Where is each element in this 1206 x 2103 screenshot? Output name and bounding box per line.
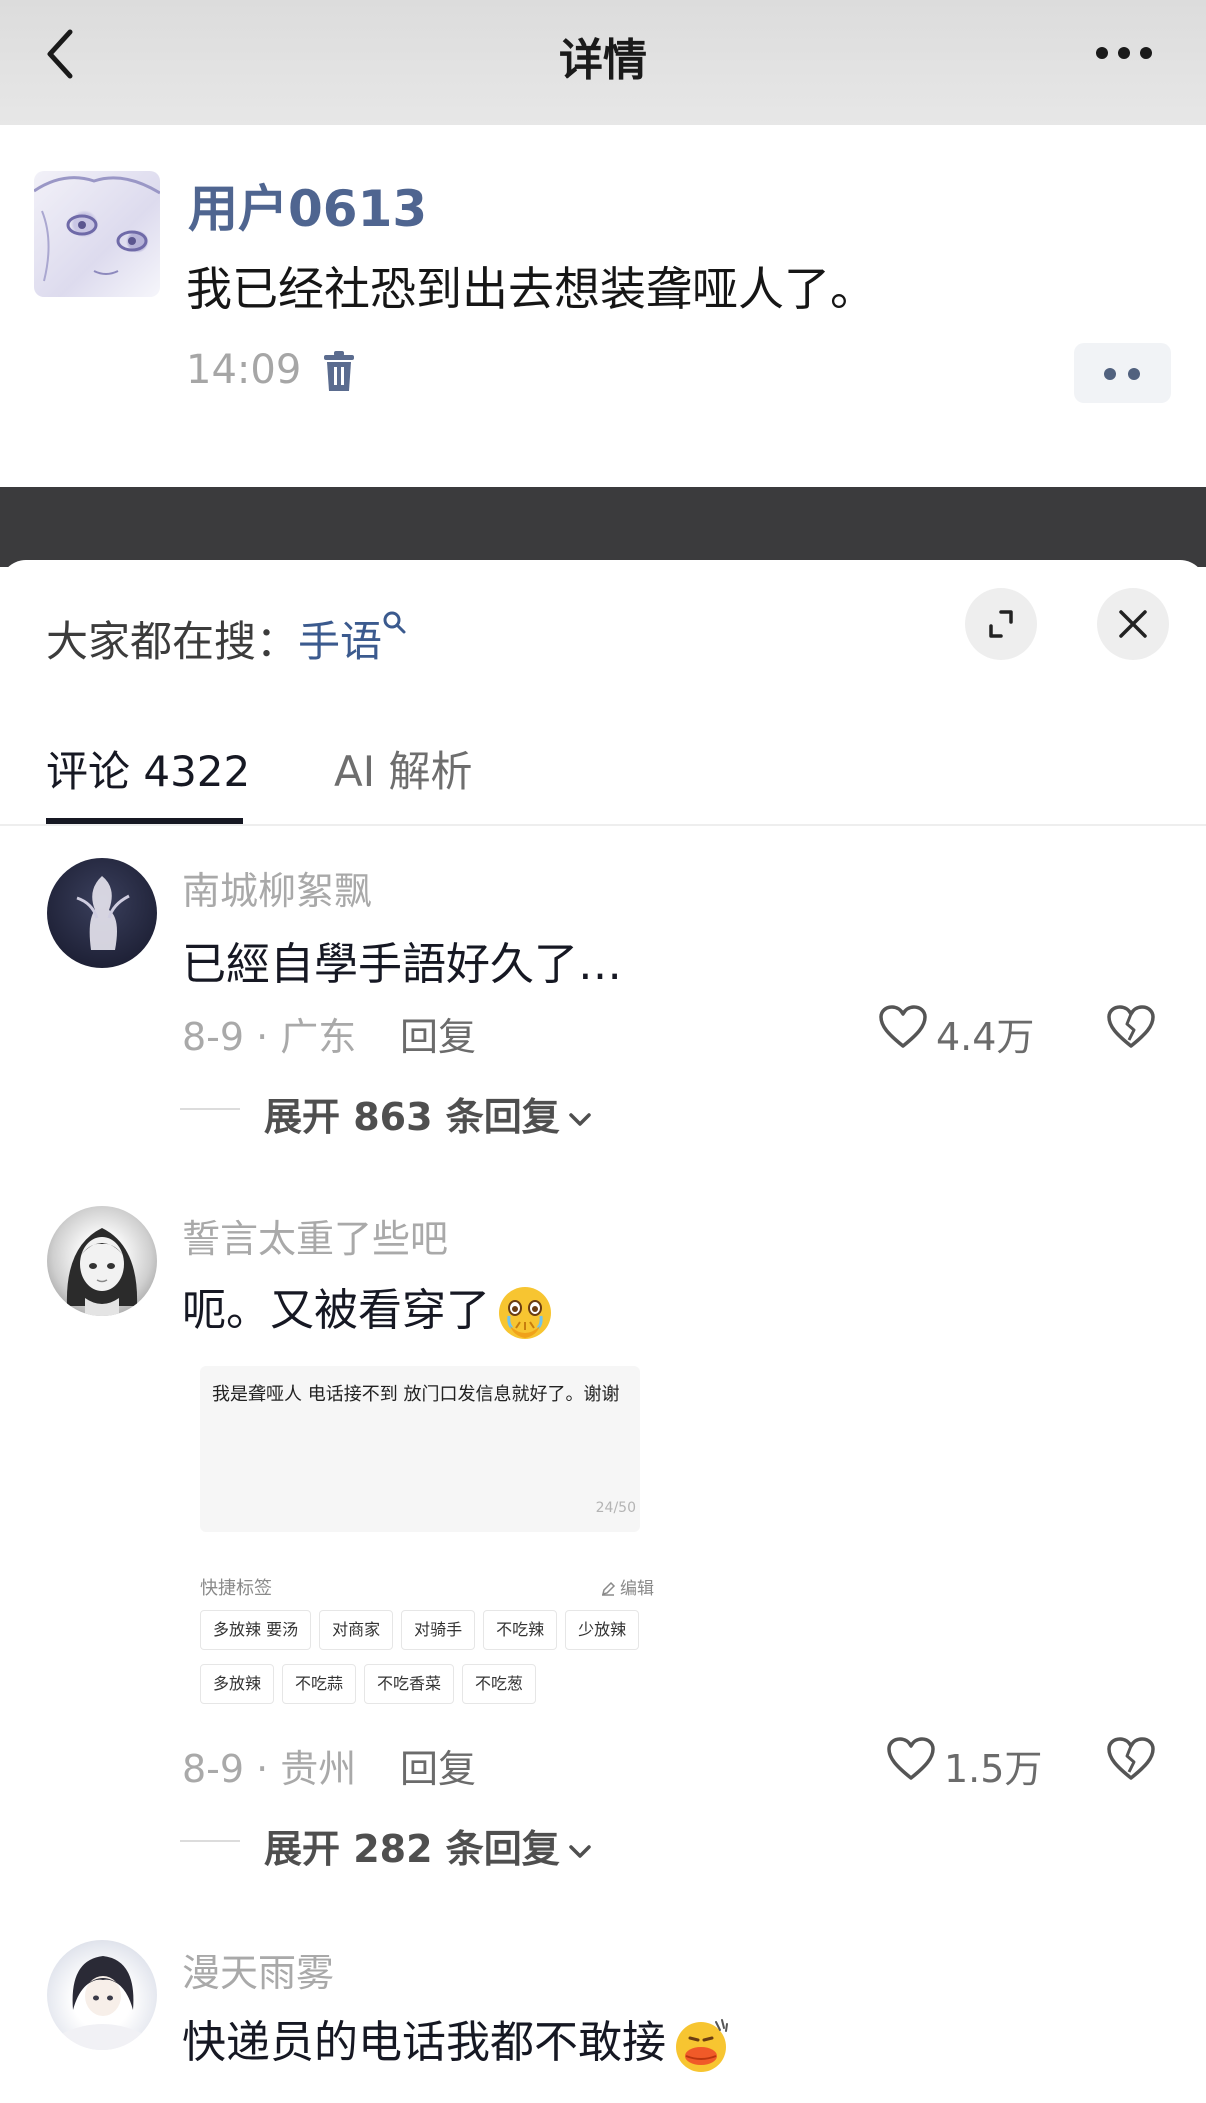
comment-author[interactable]: 誓言太重了些吧: [182, 1208, 448, 1263]
post-username[interactable]: 用户0613: [188, 169, 427, 241]
comment-avatar[interactable]: [47, 858, 157, 968]
reply-button[interactable]: 回复: [400, 1738, 476, 1793]
like-count: 1.5万: [944, 1747, 1043, 1791]
comment-text: 快递员的电话我都不敢接: [182, 2006, 730, 2074]
trash-icon[interactable]: [322, 351, 356, 393]
image-tag: 少放辣: [565, 1610, 640, 1650]
crying-face-with-hands-over-mouth-icon: [499, 1287, 551, 1339]
expand-replies-button[interactable]: 展开 282 条回复: [264, 1818, 592, 1873]
comment-text-content: 呃。又被看穿了: [182, 1285, 490, 1336]
image-note-text: 我是聋哑人 电话接不到 放门口发信息就好了。谢谢: [212, 1384, 620, 1405]
comment-text: 呃。又被看穿了: [182, 1274, 554, 1342]
comment-date-location: 8-9 · 广东: [182, 1015, 357, 1059]
reply-button[interactable]: 回复: [400, 1006, 476, 1061]
comment-author[interactable]: 南城柳絮飘: [182, 860, 372, 915]
tab-comments[interactable]: 评论 4322: [46, 738, 250, 799]
hot-search-prefix: 大家都在搜：: [46, 617, 299, 666]
expand-divider-line: [180, 1108, 240, 1110]
expand-sheet-button[interactable]: [965, 588, 1037, 660]
image-char-counter: 24/50: [595, 1500, 636, 1516]
image-tag: 对骑手: [401, 1610, 476, 1650]
expand-replies-button[interactable]: 展开 863 条回复: [264, 1086, 592, 1141]
image-quick-tags-label: 快捷标签: [200, 1578, 272, 1599]
comment-image[interactable]: 我是聋哑人 电话接不到 放门口发信息就好了。谢谢 24/50 快捷标签 编辑 多…: [182, 1352, 672, 1718]
image-tag: 不吃辣: [483, 1610, 558, 1650]
image-tag: 对商家: [319, 1610, 394, 1650]
more-options-icon[interactable]: [1094, 44, 1154, 60]
post-text: 我已经社恐到出去想装聋哑人了。: [186, 262, 876, 316]
chevron-down-icon: [569, 1844, 591, 1858]
image-tag: 不吃蒜: [282, 1664, 357, 1704]
pencil-icon: [601, 1581, 616, 1596]
comment-text: 已經自學手語好久了…: [182, 939, 622, 990]
heart-icon[interactable]: [878, 1004, 928, 1050]
close-sheet-button[interactable]: [1097, 588, 1169, 660]
post-timestamp: 14:09: [186, 347, 302, 393]
expand-replies-label: 展开 282 条回复: [264, 1827, 560, 1871]
expand-replies-label: 展开 863 条回复: [264, 1095, 560, 1139]
comment-text-content: 快递员的电话我都不敢接: [182, 2017, 666, 2068]
page-title: 详情: [559, 35, 647, 86]
chevron-down-icon: [569, 1112, 591, 1126]
image-tag-list: 多放辣 要汤 对商家 对骑手 不吃辣 少放辣多放辣 不吃蒜 不吃香菜 不吃葱: [200, 1610, 660, 1718]
duck-face-emoji-icon: [676, 2019, 728, 2072]
close-icon: [1119, 610, 1147, 638]
expand-divider-line: [180, 1840, 240, 1842]
dislike-icon[interactable]: [1106, 1004, 1156, 1050]
search-icon: [383, 611, 406, 634]
tab-divider: [0, 824, 1206, 826]
comment-sheet: 大家都在搜：手语 评论 4322 AI 解析: [0, 560, 1206, 2103]
heart-icon[interactable]: [886, 1736, 936, 1782]
image-tag: 不吃香菜: [364, 1664, 455, 1704]
hot-search-suggestion[interactable]: 大家都在搜：手语: [46, 608, 408, 669]
post-options-button[interactable]: [1074, 343, 1171, 403]
image-tag: 多放辣 要汤: [200, 1610, 312, 1650]
dim-overlay: [0, 487, 1206, 567]
tab-ai-analysis[interactable]: AI 解析: [334, 738, 472, 799]
dislike-icon[interactable]: [1106, 1736, 1156, 1782]
top-nav-bar: 详情: [0, 0, 1206, 125]
comment-avatar[interactable]: [47, 1940, 157, 2050]
image-tag: 不吃葱: [462, 1664, 537, 1704]
comment-date-location: 8-9 · 贵州: [182, 1747, 357, 1791]
image-edit-label: 编辑: [600, 1574, 654, 1599]
comment-avatar[interactable]: [47, 1206, 157, 1316]
expand-icon: [989, 610, 1013, 638]
post-author-avatar[interactable]: [34, 171, 160, 297]
post-card: 用户0613 我已经社恐到出去想装聋哑人了。 14:09: [0, 125, 1206, 487]
like-count: 4.4万: [936, 1015, 1035, 1059]
hot-search-keyword[interactable]: 手语: [298, 617, 382, 666]
comment-author[interactable]: 漫天雨雾: [182, 1942, 334, 1997]
image-edit-text: 编辑: [620, 1579, 654, 1599]
image-tag: 多放辣: [200, 1664, 275, 1704]
